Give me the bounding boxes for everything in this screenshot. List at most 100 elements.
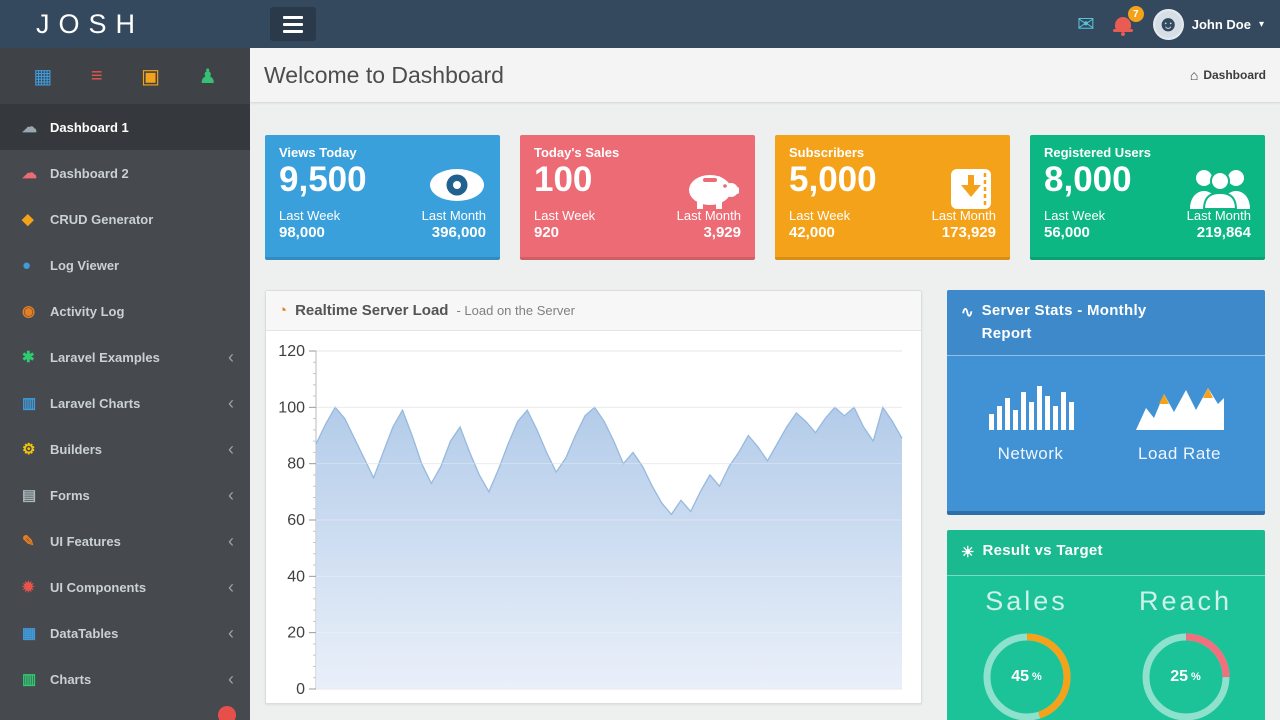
- list-icon[interactable]: ≡: [91, 65, 103, 88]
- breadcrumb[interactable]: Dashboard: [1190, 67, 1266, 83]
- piggy-bank-icon: [683, 167, 741, 214]
- sidebar-item-ui-features[interactable]: ✎UI Features: [0, 518, 250, 564]
- grid-icon[interactable]: ▦: [33, 64, 52, 89]
- user-icon[interactable]: ♟: [199, 64, 217, 89]
- caret-down-icon: [1259, 19, 1264, 30]
- card-week-value: 920: [534, 224, 595, 241]
- card-month-value: 173,929: [932, 224, 996, 241]
- card-week-label: Last Week: [279, 208, 340, 223]
- app-logo: JOSH: [0, 0, 250, 48]
- stat-cards-row: Views Today9,500 Last Week98,000Last Mon…: [265, 135, 1265, 260]
- card-week-label: Last Week: [1044, 208, 1105, 223]
- dashboard-1-icon: ☁: [22, 118, 50, 136]
- sidebar-item-label: UI Components: [50, 580, 228, 595]
- log-viewer-icon: ●: [22, 257, 50, 274]
- sidebar-item-forms[interactable]: ▤Forms: [0, 472, 250, 518]
- mail-icon[interactable]: [1077, 12, 1095, 37]
- user-name: John Doe: [1192, 17, 1251, 32]
- builders-icon: ⚙: [22, 440, 50, 458]
- panel-title: Server Stats - Monthly Report: [982, 300, 1192, 345]
- notifications-button[interactable]: 7: [1115, 15, 1133, 33]
- sidebar-item-label: Laravel Charts: [50, 396, 228, 411]
- sidebar-item-datatables[interactable]: ▦DataTables: [0, 610, 250, 656]
- stat-card-registered-users: Registered Users8,000 Last Week56,000Las…: [1030, 135, 1265, 260]
- sidebar-item-label: Forms: [50, 488, 228, 503]
- card-title: Registered Users: [1044, 145, 1251, 160]
- card-month-value: 396,000: [422, 224, 486, 241]
- gauge-heading: Sales: [985, 586, 1068, 617]
- sidebar-item-laravel-examples[interactable]: ✱Laravel Examples: [0, 334, 250, 380]
- panel-title: Result vs Target: [982, 540, 1102, 563]
- main-area: 7 John Doe Welcome to Dashboard Dashboar…: [250, 0, 1280, 720]
- menu-toggle-button[interactable]: [270, 7, 316, 41]
- svg-text:40: 40: [287, 568, 305, 585]
- gauge-heading: Reach: [1139, 586, 1232, 617]
- stat-label: Network: [998, 444, 1064, 464]
- result-vs-target-panel: Result vs Target Sales: [947, 530, 1265, 720]
- network-bars-icon: [987, 380, 1075, 432]
- datatables-icon: ▦: [22, 624, 50, 642]
- gauges: Sales 45%: [947, 576, 1265, 720]
- card-week-value: 42,000: [789, 224, 850, 241]
- card-month-value: 219,864: [1187, 224, 1251, 241]
- card-month-label: Last Month: [422, 208, 486, 223]
- breadcrumb-label: Dashboard: [1203, 68, 1266, 82]
- card-week-value: 56,000: [1044, 224, 1105, 241]
- archive-download-icon: [950, 167, 996, 216]
- sidebar-item-charts[interactable]: ▥Charts: [0, 656, 250, 702]
- laravel-charts-icon: ▥: [22, 394, 50, 412]
- svg-text:100: 100: [278, 399, 305, 416]
- sidebar-item-builders[interactable]: ⚙Builders: [0, 426, 250, 472]
- sidebar-item-label: UI Features: [50, 534, 228, 549]
- svg-text:20: 20: [287, 625, 305, 642]
- sidebar-item-dashboard-1[interactable]: ☁Dashboard 1: [0, 104, 250, 150]
- laravel-examples-icon: ✱: [22, 348, 50, 366]
- stat-label: Load Rate: [1138, 444, 1221, 464]
- sidebar-item-label: Laravel Examples: [50, 350, 228, 365]
- chevron-left-icon: [228, 486, 234, 504]
- sun-icon: [961, 542, 974, 565]
- gauge-value: 25%: [1138, 629, 1234, 720]
- stat-card-views-today: Views Today9,500 Last Week98,000Last Mon…: [265, 135, 500, 260]
- sidebar-item-dashboard-2[interactable]: ☁Dashboard 2: [0, 150, 250, 196]
- user-menu[interactable]: John Doe: [1153, 9, 1264, 40]
- topbar-right: 7 John Doe: [1077, 9, 1280, 40]
- panel-title: Realtime Server Load: [295, 302, 448, 319]
- chevron-left-icon: [228, 348, 234, 366]
- svg-text:60: 60: [287, 512, 305, 529]
- chevron-left-icon: [228, 394, 234, 412]
- sidebar-item-ui-components[interactable]: ✹UI Components: [0, 564, 250, 610]
- image-icon[interactable]: ▣: [141, 64, 160, 89]
- stat-card-subscribers: Subscribers5,000 Last Week42,000Last Mon…: [775, 135, 1010, 260]
- chevron-left-icon: [228, 440, 234, 458]
- ui-features-icon: ✎: [22, 532, 50, 550]
- sidebar-quick-icons: ▦ ≡ ▣ ♟: [0, 48, 250, 104]
- server-stats-header: Server Stats - Monthly Report: [947, 290, 1265, 356]
- load-rate-icon: [1134, 380, 1226, 432]
- activity-log-icon: ◉: [22, 302, 50, 320]
- server-stats-body: Network Load Rate: [947, 356, 1265, 464]
- sidebar-item-log-viewer[interactable]: ●Log Viewer: [0, 242, 250, 288]
- bell-icon: [1115, 17, 1131, 29]
- svg-text:120: 120: [278, 343, 305, 360]
- panels-row: Realtime Server Load - Load on the Serve…: [265, 290, 1265, 720]
- sidebar-item-laravel-charts[interactable]: ▥Laravel Charts: [0, 380, 250, 426]
- card-title: Subscribers: [789, 145, 996, 160]
- sidebar-item-label: CRUD Generator: [50, 212, 234, 227]
- sales-donut-chart: 45%: [979, 629, 1075, 720]
- sidebar-item-activity-log[interactable]: ◉Activity Log: [0, 288, 250, 334]
- sidebar-item-label: DataTables: [50, 626, 228, 641]
- notification-badge: 7: [1128, 6, 1144, 22]
- chart-line-icon: [961, 302, 974, 325]
- server-stats-panel: Server Stats - Monthly Report: [947, 290, 1265, 515]
- dashboard-2-icon: ☁: [22, 164, 50, 182]
- card-week-label: Last Week: [534, 208, 595, 223]
- sidebar-item-label: Builders: [50, 442, 228, 457]
- load-rate-stat: Load Rate: [1134, 380, 1226, 464]
- ui-components-icon: ✹: [22, 578, 50, 596]
- svg-text:0: 0: [296, 681, 305, 698]
- sales-gauge: Sales 45%: [979, 576, 1075, 720]
- sidebar-item-crud-generator[interactable]: ◆CRUD Generator: [0, 196, 250, 242]
- crud-generator-icon: ◆: [22, 210, 50, 228]
- result-panel-header: Result vs Target: [947, 530, 1265, 576]
